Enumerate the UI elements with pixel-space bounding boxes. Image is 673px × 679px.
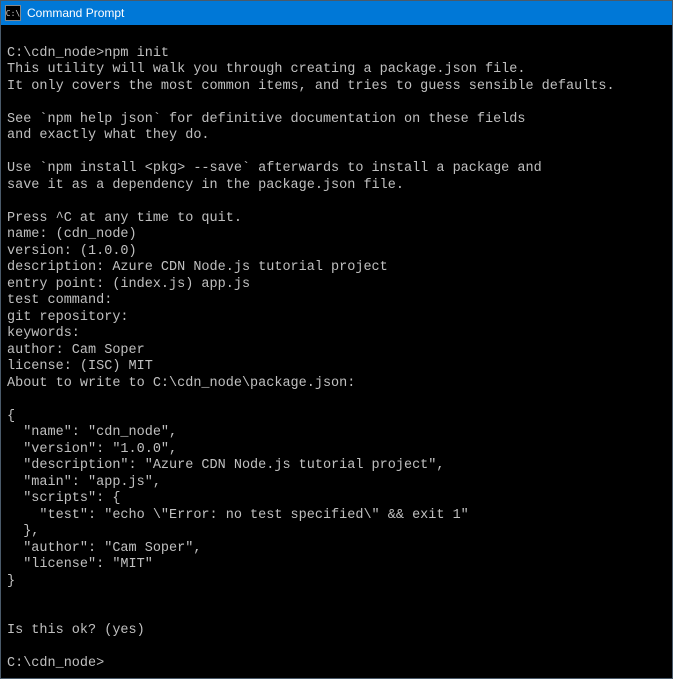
command-prompt-window: C:\ Command Prompt C:\cdn_node>npm init … — [0, 0, 673, 679]
command-prompt-icon: C:\ — [5, 5, 21, 21]
terminal-output[interactable]: C:\cdn_node>npm init This utility will w… — [1, 25, 672, 678]
titlebar[interactable]: C:\ Command Prompt — [1, 1, 672, 25]
window-title: Command Prompt — [27, 6, 668, 20]
